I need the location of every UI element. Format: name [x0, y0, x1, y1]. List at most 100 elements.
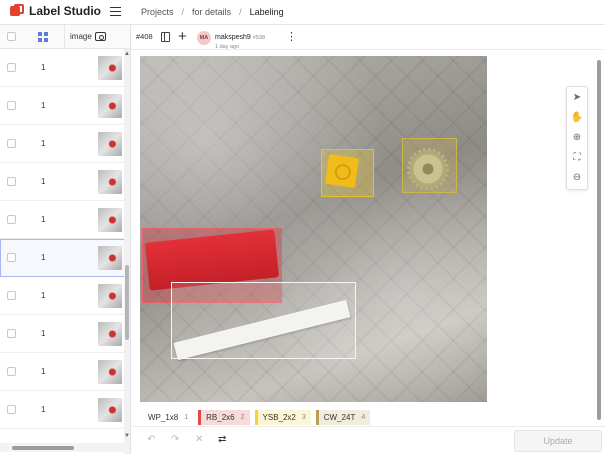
grid-view-icon[interactable] — [38, 31, 48, 42]
row-thumbnail[interactable] — [98, 208, 122, 232]
row-thumbnail[interactable] — [98, 246, 122, 270]
preview-icon[interactable] — [94, 32, 106, 41]
avatar: MA — [197, 31, 211, 45]
row-value: 1 — [41, 215, 46, 224]
row-value: 1 — [41, 367, 46, 376]
swap-icon[interactable]: ⇄ — [218, 434, 226, 445]
table-row[interactable]: 1 — [0, 163, 130, 201]
row-thumbnail[interactable] — [98, 94, 122, 118]
task-id: #408 — [136, 32, 153, 41]
annotation-header: #408 + MA makspesh9 #538 1 day ago ⋮ — [131, 25, 605, 50]
row-value: 1 — [41, 405, 46, 414]
breadcrumb-project[interactable]: for details — [192, 7, 231, 17]
table-row[interactable]: 1 — [0, 239, 130, 277]
annotation-time: 1 day ago — [215, 44, 240, 50]
table-row[interactable]: 1 — [0, 201, 130, 239]
table-row[interactable]: 1 — [0, 125, 130, 163]
undo-icon[interactable]: ↶ — [147, 434, 155, 445]
image-canvas[interactable] — [140, 56, 487, 402]
row-checkbox[interactable] — [7, 405, 16, 414]
fit-icon[interactable]: ⛶ — [567, 147, 587, 167]
label-rb-2x6[interactable]: RB_2x6 2 — [198, 410, 250, 425]
user-name: makspesh9 — [215, 34, 251, 41]
row-value: 1 — [41, 253, 46, 262]
bottom-toolbar: ↶ ↷ ✕ ⇄ Update — [131, 426, 605, 454]
zoom-in-icon[interactable]: ⊕ — [567, 127, 587, 147]
breadcrumb: Projects / for details / Labeling — [141, 7, 284, 17]
label-hotkey: 2 — [240, 414, 245, 421]
row-value: 1 — [41, 63, 46, 72]
table-row[interactable]: 1 — [0, 391, 130, 429]
column-header-image[interactable]: image — [64, 25, 106, 49]
region-cw-24t[interactable] — [402, 138, 457, 193]
row-value: 1 — [41, 329, 46, 338]
row-checkbox[interactable] — [7, 101, 16, 110]
pointer-icon[interactable]: ➤ — [567, 87, 587, 107]
hand-icon[interactable]: ✋ — [567, 107, 587, 127]
table-row[interactable]: 1 — [0, 49, 130, 87]
row-thumbnail[interactable] — [98, 322, 122, 346]
label-list: WP_1x8 1 RB_2x6 2 YSB_2x2 3 CW_24T 4 — [140, 410, 371, 426]
app-title: Label Studio — [29, 4, 101, 18]
label-ysb-2x2[interactable]: YSB_2x2 3 — [254, 410, 311, 425]
top-bar: Label Studio Projects / for details / La… — [0, 0, 605, 25]
row-thumbnail[interactable] — [98, 284, 122, 308]
zoom-out-icon[interactable]: ⊖ — [567, 167, 587, 187]
region-ysb-2x2[interactable] — [321, 149, 374, 197]
label-cw-24t[interactable]: CW_24T 4 — [315, 410, 371, 425]
column-header-label: image — [70, 32, 92, 41]
table-row[interactable]: 1 — [0, 87, 130, 125]
table-row[interactable]: 1 — [0, 353, 130, 391]
task-list-scrollbar[interactable] — [124, 49, 130, 454]
row-thumbnail[interactable] — [98, 360, 122, 384]
horizontal-scrollbar[interactable] — [0, 443, 130, 452]
row-checkbox[interactable] — [7, 291, 16, 300]
add-annotation-icon[interactable]: + — [178, 28, 187, 45]
row-checkbox[interactable] — [7, 329, 16, 338]
clear-icon[interactable]: ✕ — [195, 434, 203, 445]
scroll-up-arrow-icon[interactable]: ▲ — [124, 51, 130, 57]
more-options-icon[interactable]: ⋮ — [286, 30, 297, 43]
label-hotkey: 3 — [301, 414, 306, 421]
table-row[interactable]: 1 — [0, 315, 130, 353]
task-list-panel: image 1 1 1 1 1 1 1 1 1 1 ▲ ▼ — [0, 25, 131, 454]
task-list-header: image — [0, 25, 130, 49]
logo[interactable]: Label Studio — [10, 4, 101, 18]
toggle-panel-icon[interactable] — [161, 32, 170, 42]
hamburger-menu-icon[interactable] — [110, 7, 121, 16]
table-row[interactable]: 1 — [0, 277, 130, 315]
row-thumbnail[interactable] — [98, 56, 122, 80]
breadcrumb-separator: / — [181, 7, 185, 17]
breadcrumb-projects[interactable]: Projects — [141, 7, 174, 17]
scroll-down-arrow-icon[interactable]: ▼ — [124, 433, 130, 439]
tool-palette: ➤ ✋ ⊕ ⛶ ⊖ — [566, 86, 588, 190]
select-all-checkbox[interactable] — [7, 32, 16, 41]
row-checkbox[interactable] — [7, 253, 16, 262]
label-name: YSB_2x2 — [262, 413, 296, 422]
breadcrumb-separator: / — [239, 7, 242, 17]
row-thumbnail[interactable] — [98, 132, 122, 156]
breadcrumb-current: Labeling — [249, 7, 284, 17]
task-rows: 1 1 1 1 1 1 1 1 1 1 — [0, 49, 130, 429]
region-wp-1x8[interactable] — [171, 282, 356, 359]
row-checkbox[interactable] — [7, 139, 16, 148]
row-checkbox[interactable] — [7, 215, 16, 224]
row-thumbnail[interactable] — [98, 398, 122, 422]
label-name: CW_24T — [323, 413, 356, 422]
row-value: 1 — [41, 177, 46, 186]
main-scrollbar[interactable] — [597, 60, 601, 420]
row-value: 1 — [41, 291, 46, 300]
row-thumbnail[interactable] — [98, 170, 122, 194]
redo-icon[interactable]: ↷ — [171, 434, 179, 445]
update-button[interactable]: Update — [514, 430, 602, 452]
row-checkbox[interactable] — [7, 177, 16, 186]
row-checkbox[interactable] — [7, 63, 16, 72]
label-name: WP_1x8 — [148, 413, 179, 422]
row-checkbox[interactable] — [7, 367, 16, 376]
label-wp-1x8[interactable]: WP_1x8 1 — [140, 410, 194, 425]
label-hotkey: 4 — [361, 414, 366, 421]
user-meta: makspesh9 #538 1 day ago — [215, 26, 265, 50]
task-list-scroll-thumb[interactable] — [125, 265, 129, 340]
annotation-tab[interactable]: MA makspesh9 #538 1 day ago — [197, 26, 265, 50]
horizontal-scroll-thumb[interactable] — [12, 446, 74, 450]
